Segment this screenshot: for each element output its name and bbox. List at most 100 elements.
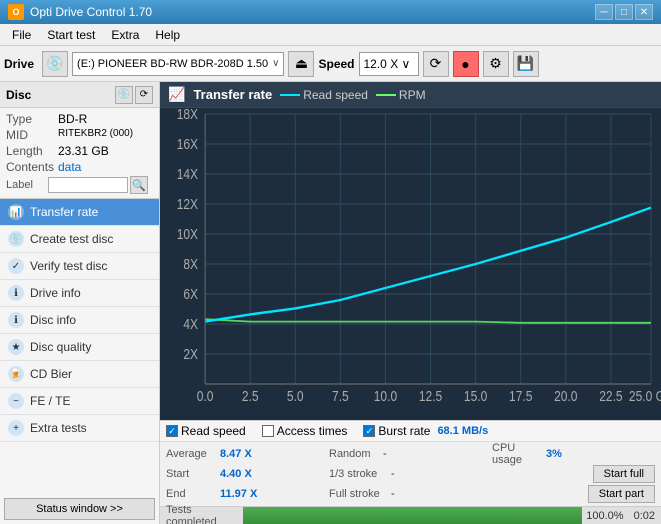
legend-read-speed: Read speed	[280, 88, 368, 102]
svg-text:22.5: 22.5	[599, 388, 622, 404]
menu-extra[interactable]: Extra	[103, 26, 147, 44]
stat-random-value: -	[383, 448, 387, 460]
drive-selector[interactable]: (E:) PIONEER BD-RW BDR-208D 1.50 ∨	[72, 52, 284, 76]
progress-percent: 100.0%	[582, 510, 627, 522]
disc-icon-btn[interactable]: 💿	[115, 86, 133, 104]
svg-text:15.0: 15.0	[464, 388, 487, 404]
nav-item-disc-info[interactable]: ℹ Disc info	[0, 307, 159, 334]
nav-item-cd-bier[interactable]: 🍺 CD Bier	[0, 361, 159, 388]
menu-starttest[interactable]: Start test	[39, 26, 103, 44]
color-button[interactable]: ●	[453, 51, 479, 77]
disc-info-icon: ℹ	[8, 312, 24, 328]
stat-1-3-stroke: 1/3 stroke -	[329, 468, 492, 480]
speed-label: Speed	[318, 57, 354, 71]
toolbar: Drive 💿 (E:) PIONEER BD-RW BDR-208D 1.50…	[0, 46, 661, 82]
close-button[interactable]: ✕	[635, 4, 653, 20]
disc-quality-icon: ★	[8, 339, 24, 355]
progress-time: 0:02	[628, 510, 661, 522]
stat-1-3-stroke-value: -	[391, 468, 395, 480]
drive-select-text: (E:) PIONEER BD-RW BDR-208D 1.50	[77, 58, 268, 70]
start-part-button[interactable]: Start part	[588, 485, 655, 503]
speed-selector[interactable]: 12.0 X ∨	[359, 52, 419, 76]
svg-text:6X: 6X	[183, 286, 198, 302]
titlebar: O Opti Drive Control 1.70 ─ □ ✕	[0, 0, 661, 24]
disc-label-label: Label	[6, 179, 46, 191]
svg-text:12.5: 12.5	[419, 388, 442, 404]
disc-contents-label: Contents	[6, 160, 58, 174]
stat-cpu: CPU usage 3%	[492, 442, 655, 466]
disc-refresh-btn[interactable]: ⟳	[135, 86, 153, 104]
stat-average-label: Average	[166, 448, 216, 460]
drive-icon-btn[interactable]: 💿	[42, 51, 68, 77]
verify-test-disc-icon: ✓	[8, 258, 24, 274]
disc-section-label: Disc	[6, 88, 31, 102]
stats-rows: Average 8.47 X Random - CPU usage 3%	[160, 442, 661, 506]
chart-title: Transfer rate	[193, 87, 272, 102]
cb-access-times: Access times	[262, 424, 348, 438]
nav-item-transfer-rate[interactable]: 📊 Transfer rate	[0, 199, 159, 226]
stats-row-2: Start 4.40 X 1/3 stroke - Start full	[166, 464, 655, 484]
start-full-button[interactable]: Start full	[593, 465, 655, 483]
disc-info-body: Type BD-R MID RITEKBR2 (000) Length 23.3…	[0, 108, 159, 199]
disc-label-input[interactable]	[48, 177, 128, 193]
disc-label-row: Label 🔍	[6, 176, 153, 194]
nav-item-disc-quality[interactable]: ★ Disc quality	[0, 334, 159, 361]
stat-random-label: Random	[329, 448, 379, 460]
cb-burst-rate-box[interactable]: ✓	[363, 425, 375, 437]
disc-contents-value: data	[58, 160, 81, 174]
status-window-button[interactable]: Status window >>	[4, 498, 155, 520]
drive-info-icon: ℹ	[8, 285, 24, 301]
svg-text:16X: 16X	[177, 136, 199, 152]
stat-start-label: Start	[166, 468, 216, 480]
progress-bar-fill	[243, 507, 582, 524]
disc-length-label: Length	[6, 144, 58, 158]
svg-text:18X: 18X	[177, 108, 199, 122]
save-button[interactable]: 💾	[513, 51, 539, 77]
nav-item-drive-info[interactable]: ℹ Drive info	[0, 280, 159, 307]
stat-full-stroke-value: -	[391, 488, 395, 500]
nav-item-disc-info-label: Disc info	[30, 313, 76, 327]
speed-value: 12.0 X ∨	[364, 57, 411, 71]
svg-text:14X: 14X	[177, 166, 199, 182]
extra-tests-icon: +	[8, 420, 24, 436]
nav-item-extra-tests[interactable]: + Extra tests	[0, 415, 159, 442]
svg-text:2X: 2X	[183, 346, 198, 362]
disc-contents-row: Contents data	[6, 160, 153, 174]
titlebar-left: O Opti Drive Control 1.70	[8, 4, 152, 20]
svg-text:0.0: 0.0	[197, 388, 214, 404]
stat-cpu-label: CPU usage	[492, 442, 542, 466]
burst-rate-value: 68.1 MB/s	[437, 425, 488, 437]
right-panel: 📈 Transfer rate Read speed RPM	[160, 82, 661, 524]
cb-access-times-box[interactable]	[262, 425, 274, 437]
refresh-button[interactable]: ⟳	[423, 51, 449, 77]
stat-full-stroke-label: Full stroke	[329, 488, 387, 500]
disc-type-value: BD-R	[58, 112, 87, 126]
create-test-disc-icon: 💿	[8, 231, 24, 247]
nav-item-extra-tests-label: Extra tests	[30, 421, 87, 435]
disc-type-row: Type BD-R	[6, 112, 153, 126]
disc-mid-row: MID RITEKBR2 (000)	[6, 128, 153, 142]
svg-text:5.0: 5.0	[287, 388, 304, 404]
nav-item-disc-quality-label: Disc quality	[30, 340, 91, 354]
nav-item-verify-test-disc[interactable]: ✓ Verify test disc	[0, 253, 159, 280]
settings-button[interactable]: ⚙	[483, 51, 509, 77]
maximize-button[interactable]: □	[615, 4, 633, 20]
stat-end-value: 11.97 X	[220, 488, 257, 500]
cb-read-speed-box[interactable]: ✓	[166, 425, 178, 437]
nav-item-fe-te[interactable]: ~ FE / TE	[0, 388, 159, 415]
nav-item-create-test-disc[interactable]: 💿 Create test disc	[0, 226, 159, 253]
menu-file[interactable]: File	[4, 26, 39, 44]
app-icon: O	[8, 4, 24, 20]
menu-help[interactable]: Help	[147, 26, 188, 44]
nav-item-verify-test-disc-label: Verify test disc	[30, 259, 107, 273]
svg-text:4X: 4X	[183, 316, 198, 332]
svg-text:10X: 10X	[177, 226, 199, 242]
disc-length-value: 23.31 GB	[58, 144, 109, 158]
minimize-button[interactable]: ─	[595, 4, 613, 20]
disc-label-btn[interactable]: 🔍	[130, 176, 148, 194]
eject-button[interactable]: ⏏	[288, 51, 314, 77]
nav-item-fe-te-label: FE / TE	[30, 394, 70, 408]
disc-info-header: Disc 💿 ⟳	[0, 82, 159, 108]
disc-type-label: Type	[6, 112, 58, 126]
svg-text:12X: 12X	[177, 196, 199, 212]
